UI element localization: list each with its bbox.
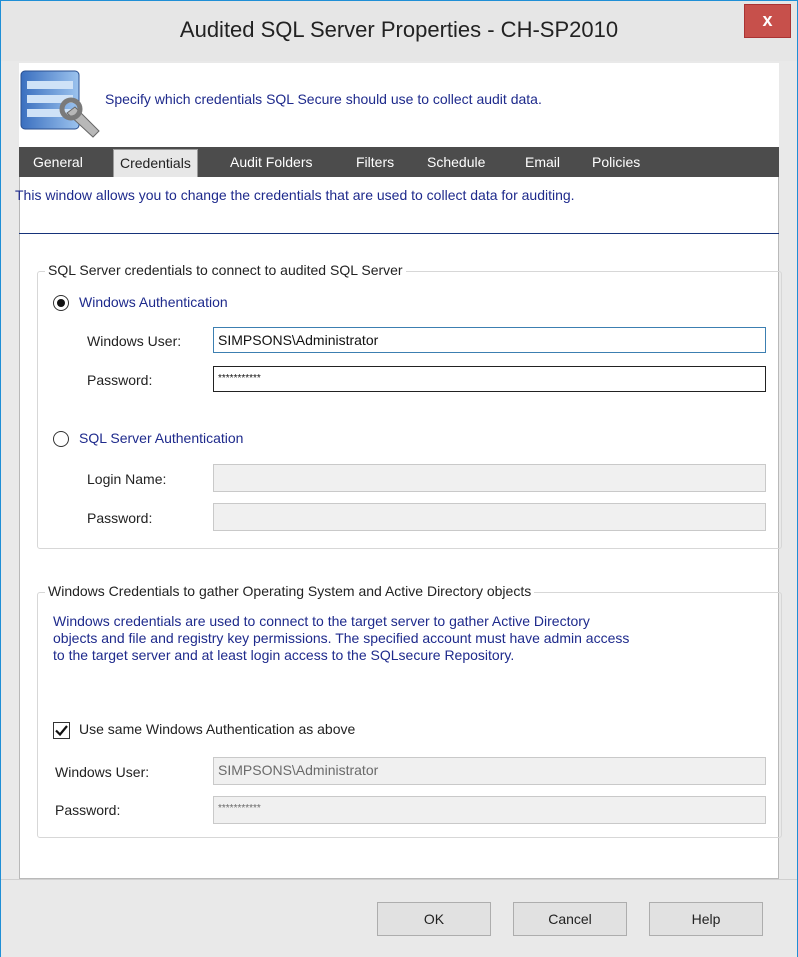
- password-input[interactable]: ***********: [213, 366, 766, 392]
- tab-general[interactable]: General: [33, 147, 83, 177]
- ok-button[interactable]: OK: [377, 902, 491, 936]
- windows-credentials-note-line-2: objects and file and registry key permis…: [53, 630, 630, 646]
- tab-bar: General Credentials Audit Folders Filter…: [19, 147, 779, 177]
- windows-user-input[interactable]: SIMPSONS\Administrator: [213, 327, 766, 353]
- win-windows-user-input[interactable]: SIMPSONS\Administrator: [213, 757, 766, 785]
- tab-email[interactable]: Email: [525, 147, 560, 177]
- sql-auth-radio[interactable]: [53, 431, 69, 447]
- title-bar[interactable]: Audited SQL Server Properties - CH-SP201…: [1, 1, 797, 61]
- properties-dialog: Audited SQL Server Properties - CH-SP201…: [0, 0, 798, 957]
- header-instruction: Specify which credentials SQL Secure sho…: [105, 91, 542, 107]
- tab-schedule[interactable]: Schedule: [427, 147, 485, 177]
- win-windows-user-label: Windows User:: [55, 764, 150, 780]
- windows-auth-label[interactable]: Windows Authentication: [79, 294, 228, 310]
- windows-credentials-note-line-1: Windows credentials are used to connect …: [53, 613, 590, 629]
- sql-password-label: Password:: [87, 510, 153, 526]
- tab-credentials[interactable]: Credentials: [113, 149, 198, 177]
- use-same-auth-checkbox[interactable]: [53, 722, 70, 739]
- help-button[interactable]: Help: [649, 902, 763, 936]
- sql-credentials-legend: SQL Server credentials to connect to aud…: [45, 262, 406, 278]
- login-name-input[interactable]: [213, 464, 766, 492]
- close-button[interactable]: x: [744, 4, 791, 38]
- tab-policies[interactable]: Policies: [592, 147, 640, 177]
- windows-credentials-note-line-3: to the target server and at least login …: [53, 647, 515, 663]
- cancel-button[interactable]: Cancel: [513, 902, 627, 936]
- sql-auth-label[interactable]: SQL Server Authentication: [79, 430, 243, 446]
- tab-description: This window allows you to change the cre…: [15, 187, 575, 203]
- radio-selected-dot: [57, 299, 65, 307]
- header-panel: Specify which credentials SQL Secure sho…: [19, 63, 779, 147]
- login-name-label: Login Name:: [87, 471, 167, 487]
- windows-credentials-legend: Windows Credentials to gather Operating …: [45, 583, 535, 599]
- win-password-input[interactable]: ***********: [213, 796, 766, 824]
- window-title: Audited SQL Server Properties - CH-SP201…: [179, 17, 619, 42]
- tab-filters[interactable]: Filters: [356, 147, 394, 177]
- server-wrench-icon: [19, 65, 105, 145]
- windows-user-label: Windows User:: [87, 333, 182, 349]
- tab-audit-folders[interactable]: Audit Folders: [230, 147, 312, 177]
- header-separator: [19, 233, 779, 234]
- win-password-label: Password:: [55, 802, 121, 818]
- windows-auth-radio[interactable]: [53, 295, 69, 311]
- use-same-auth-label[interactable]: Use same Windows Authentication as above: [79, 721, 355, 737]
- sql-password-input[interactable]: [213, 503, 766, 531]
- checkmark-icon: [55, 725, 68, 737]
- password-label: Password:: [87, 372, 153, 388]
